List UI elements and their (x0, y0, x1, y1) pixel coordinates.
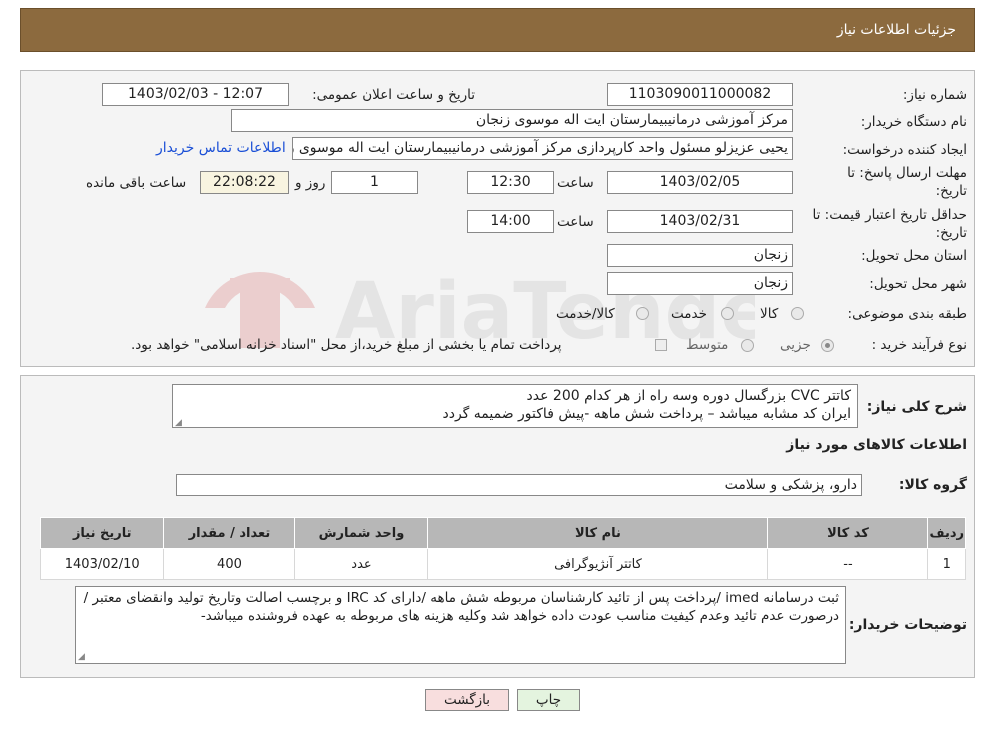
announce-datetime-field: 1403/02/03 - 12:07 (102, 83, 289, 106)
deadline-time-label: ساعت (557, 175, 594, 191)
city-label: شهر محل تحویل: (869, 276, 967, 292)
need-number-field: 1103090011000082 (607, 83, 793, 106)
cell-name: کاتتر آنژیوگرافی (427, 548, 769, 580)
category-label: طبقه بندی موضوعی: (847, 306, 967, 322)
summary-textarea[interactable]: کاتتر CVC بزرگسال دوره وسه راه از هر کدا… (172, 384, 858, 428)
deadline-label: مهلت ارسال پاسخ: تا (847, 165, 967, 181)
remaining-days-field: 1 (331, 171, 418, 194)
cell-row: 1 (927, 548, 966, 580)
notes-label: توضیحات خریدار: (848, 617, 967, 633)
province-label: استان محل تحویل: (861, 248, 967, 264)
category-option-service: خدمت (671, 306, 707, 322)
page-title: جزئیات اطلاعات نیاز (836, 22, 956, 38)
col-name: نام کالا (427, 517, 769, 549)
col-quantity: تعداد / مقدار (163, 517, 296, 549)
col-date: تاریخ نیاز (39, 517, 165, 549)
deadline-date-label: تاریخ: (935, 183, 967, 199)
back-button[interactable]: بازگشت (425, 689, 509, 711)
category-radio-goods-service[interactable] (636, 307, 649, 320)
validity-date-field: 1403/02/31 (607, 210, 793, 233)
resize-handle-icon[interactable]: ◢ (78, 652, 85, 662)
validity-time-label: ساعت (557, 214, 594, 230)
purchase-radio-medium[interactable] (741, 339, 754, 352)
item-group-field: دارو، پزشکی و سلامت (176, 474, 862, 496)
days-label: روز و (295, 175, 326, 191)
announce-label: تاریخ و ساعت اعلان عمومی: (312, 87, 475, 103)
col-row: ردیف (927, 517, 966, 549)
deadline-date-field: 1403/02/05 (607, 171, 793, 194)
category-radio-service[interactable] (721, 307, 734, 320)
table-header-row: ردیف کد کالا نام کالا واحد شمارش تعداد /… (39, 517, 966, 549)
deadline-time-field: 12:30 (467, 171, 554, 194)
remaining-label: ساعت باقی مانده (86, 175, 187, 191)
buyer-contact-link[interactable]: اطلاعات تماس خریدار (156, 140, 286, 156)
buyer-org-field: مرکز آموزشی درمانیبیمارستان ایت اله موسو… (231, 109, 793, 132)
validity-time-field: 14:00 (467, 210, 554, 233)
table-row: 1 -- کاتتر آنژیوگرافی عدد 400 1403/02/10 (39, 548, 966, 580)
items-heading: اطلاعات کالاهای مورد نیاز (786, 437, 967, 453)
province-field: زنجان (607, 244, 793, 267)
requester-label: ایجاد کننده درخواست: (842, 142, 967, 158)
need-number-label: شماره نیاز: (902, 87, 967, 103)
validity-date-label: تاریخ: (935, 225, 967, 241)
remaining-time-field: 22:08:22 (200, 171, 289, 194)
requester-field: یحیی عزیزلو مسئول واحد کارپردازی مرکز آم… (292, 137, 793, 160)
summary-label: شرح کلی نیاز: (866, 399, 967, 415)
notes-textarea[interactable]: ثبت درسامانه imed /پرداخت پس از تائید کا… (75, 586, 846, 664)
purchase-type-label: نوع فرآیند خرید : (871, 337, 967, 353)
buyer-org-label: نام دستگاه خریدار: (860, 114, 967, 130)
col-unit: واحد شمارش (294, 517, 429, 549)
purchase-option-minor: جزیی (780, 337, 811, 353)
col-code: کد کالا (767, 517, 929, 549)
print-button[interactable]: چاپ (517, 689, 580, 711)
validity-label: حداقل تاریخ اعتبار قیمت: تا (812, 207, 967, 223)
items-table: ردیف کد کالا نام کالا واحد شمارش تعداد /… (39, 517, 966, 580)
cell-quantity: 400 (163, 548, 296, 580)
purchase-option-medium: متوسط (686, 337, 729, 353)
treasury-checkbox[interactable] (655, 339, 667, 351)
summary-line-2: ایران کد مشابه میباشد – پرداخت شش ماهه -… (442, 406, 851, 422)
category-radio-goods[interactable] (791, 307, 804, 320)
city-field: زنجان (607, 272, 793, 295)
cell-code: -- (767, 548, 929, 580)
category-option-goods: کالا (760, 306, 779, 322)
cell-date: 1403/02/10 (39, 548, 165, 580)
page-header: جزئیات اطلاعات نیاز (20, 8, 975, 52)
category-option-goods-service: کالا/خدمت (556, 306, 615, 322)
purchase-note: پرداخت تمام یا بخشی از مبلغ خرید،از محل … (131, 337, 562, 353)
cell-unit: عدد (294, 548, 429, 580)
item-group-label: گروه کالا: (898, 477, 967, 493)
purchase-radio-minor[interactable] (821, 339, 834, 352)
summary-line-1: کاتتر CVC بزرگسال دوره وسه راه از هر کدا… (526, 388, 851, 404)
resize-handle-icon[interactable]: ◢ (175, 418, 182, 428)
